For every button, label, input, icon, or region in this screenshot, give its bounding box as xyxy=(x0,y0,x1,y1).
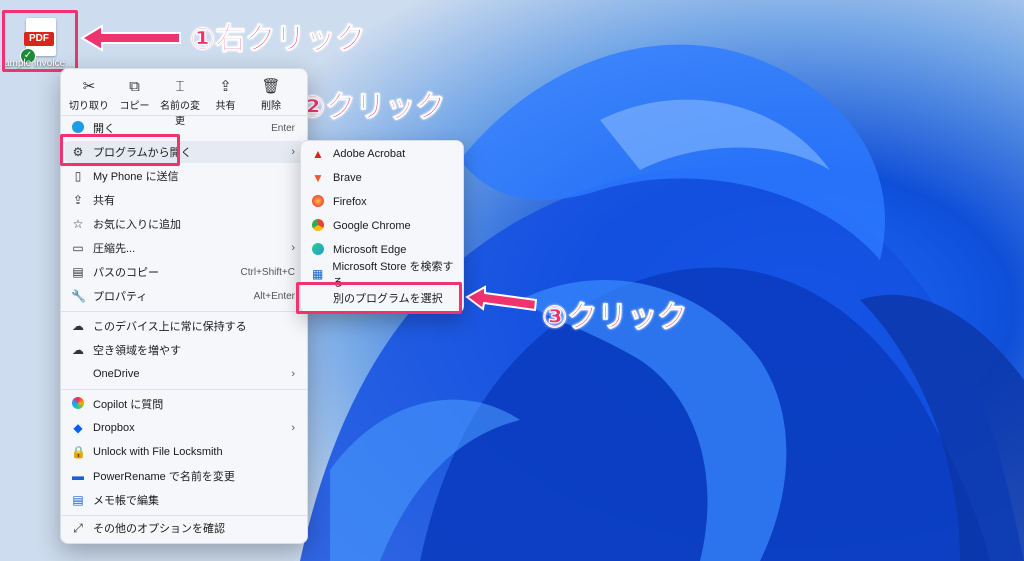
menu-item-copilot[interactable]: Copilot に質問 xyxy=(65,393,303,415)
submenu-item-firefox[interactable]: Firefox xyxy=(305,191,459,213)
keep-on-device-label: このデバイス上に常に保持する xyxy=(93,321,247,333)
chevron-right-icon: › xyxy=(291,146,295,158)
submenu-item-chrome[interactable]: Google Chrome xyxy=(305,215,459,237)
firefox-icon xyxy=(311,194,325,210)
highlight-choose-other xyxy=(296,282,462,314)
more-options-label: その他のオプションを確認 xyxy=(93,523,225,535)
wrench-icon: 🔧 xyxy=(71,289,86,303)
menu-item-notepad[interactable]: ▤ メモ帳で編集 xyxy=(65,489,303,511)
cut-label: 切り取り xyxy=(69,101,109,112)
menu-item-unlock[interactable]: 🔒 Unlock with File Locksmith xyxy=(65,441,303,463)
step3-callout: ③クリック xyxy=(541,301,688,335)
rename-icon: ⌶ xyxy=(175,78,185,95)
trash-icon: 🗑 xyxy=(261,78,281,95)
phone-icon: ▯ xyxy=(74,169,82,183)
unlock-label: Unlock with File Locksmith xyxy=(93,446,223,458)
firefox-label: Firefox xyxy=(333,196,367,208)
acrobat-icon: ▲ xyxy=(312,147,324,161)
properties-label: プロパティ xyxy=(93,291,148,303)
separator xyxy=(61,115,307,116)
highlight-open-with xyxy=(60,134,180,166)
separator xyxy=(61,515,307,516)
step2-callout: ②クリック xyxy=(299,91,446,125)
free-space-label: 空き領域を増やす xyxy=(93,345,181,357)
share-label: 共有 xyxy=(215,101,236,112)
copilot-label: Copilot に質問 xyxy=(93,399,164,411)
cloud-icon: ☁ xyxy=(72,343,84,357)
lock-icon: 🔒 xyxy=(71,445,86,459)
separator xyxy=(61,311,307,312)
compress-label: 圧縮先... xyxy=(93,243,136,255)
menu-item-dropbox[interactable]: ◆ Dropbox › xyxy=(65,417,303,439)
open-shortcut: Enter xyxy=(271,122,295,134)
chevron-right-icon: › xyxy=(291,368,295,380)
submenu-item-brave[interactable]: ▼ Brave xyxy=(305,167,459,189)
menu-item-free-space[interactable]: ☁ 空き領域を増やす xyxy=(65,339,303,361)
delete-label: 削除 xyxy=(261,101,281,112)
share-item-label: 共有 xyxy=(93,195,115,207)
dropbox-icon: ◆ xyxy=(73,421,83,435)
copilot-icon xyxy=(71,396,85,412)
more-options-icon: ⤢ xyxy=(73,520,83,535)
chevron-right-icon: › xyxy=(291,422,295,434)
notepad-label: メモ帳で編集 xyxy=(93,495,159,507)
powerrename-icon: ▬ xyxy=(72,469,84,483)
notepad-icon: ▤ xyxy=(72,493,84,507)
share-icon: ⇪ xyxy=(219,78,232,95)
arrow-1 xyxy=(80,24,181,52)
menu-item-compress[interactable]: ▭ 圧縮先... › xyxy=(65,237,303,259)
edge-icon xyxy=(311,242,325,258)
menu-item-powerrename[interactable]: ▬ PowerRename で名前を変更 xyxy=(65,465,303,487)
zip-icon: ▭ xyxy=(72,241,84,255)
send-phone-label: My Phone に送信 xyxy=(93,171,179,183)
separator xyxy=(61,389,307,390)
menu-item-onedrive[interactable]: OneDrive › xyxy=(65,363,303,385)
menu-item-send-phone[interactable]: ▯ My Phone に送信 xyxy=(65,165,303,187)
dropbox-label: Dropbox xyxy=(93,422,135,434)
edge-label: Microsoft Edge xyxy=(333,244,407,256)
powerrename-label: PowerRename で名前を変更 xyxy=(93,471,235,483)
star-icon: ☆ xyxy=(72,217,84,231)
chevron-right-icon: › xyxy=(291,242,295,254)
cloud-check-icon: ☁ xyxy=(72,319,84,333)
copy-path-label: パスのコピー xyxy=(93,267,159,279)
brave-icon: ▼ xyxy=(312,171,324,185)
copy-path-shortcut: Ctrl+Shift+C xyxy=(240,266,295,278)
menu-item-copy-path[interactable]: ▤ パスのコピー Ctrl+Shift+C xyxy=(65,261,303,283)
copy-label: コピー xyxy=(119,101,150,112)
scissors-icon: ✂ xyxy=(82,78,96,95)
menu-item-more-options[interactable]: ⤢ その他のオプションを確認 xyxy=(65,517,303,539)
brave-label: Brave xyxy=(333,172,362,184)
share-icon: ⇪ xyxy=(72,193,84,207)
properties-shortcut: Alt+Enter xyxy=(253,290,295,302)
submenu-item-acrobat[interactable]: ▲ Adobe Acrobat xyxy=(305,143,459,165)
chrome-icon xyxy=(311,218,325,234)
menu-item-favorite[interactable]: ☆ お気に入りに追加 xyxy=(65,213,303,235)
step1-callout: ①右クリック xyxy=(189,23,366,57)
acrobat-label: Adobe Acrobat xyxy=(333,148,406,160)
menu-item-keep-on-device[interactable]: ☁ このデバイス上に常に保持する xyxy=(65,315,303,337)
menu-item-properties[interactable]: 🔧 プロパティ Alt+Enter xyxy=(65,285,303,307)
arrow-3 xyxy=(465,285,538,312)
onedrive-label: OneDrive xyxy=(93,368,140,380)
favorite-label: お気に入りに追加 xyxy=(93,219,181,231)
path-icon: ▤ xyxy=(72,265,84,279)
copy-icon: ⧉ xyxy=(129,78,140,95)
store-icon: ▦ xyxy=(312,267,324,281)
menu-item-share[interactable]: ⇪ 共有 xyxy=(65,189,303,211)
chrome-label: Google Chrome xyxy=(333,220,411,232)
